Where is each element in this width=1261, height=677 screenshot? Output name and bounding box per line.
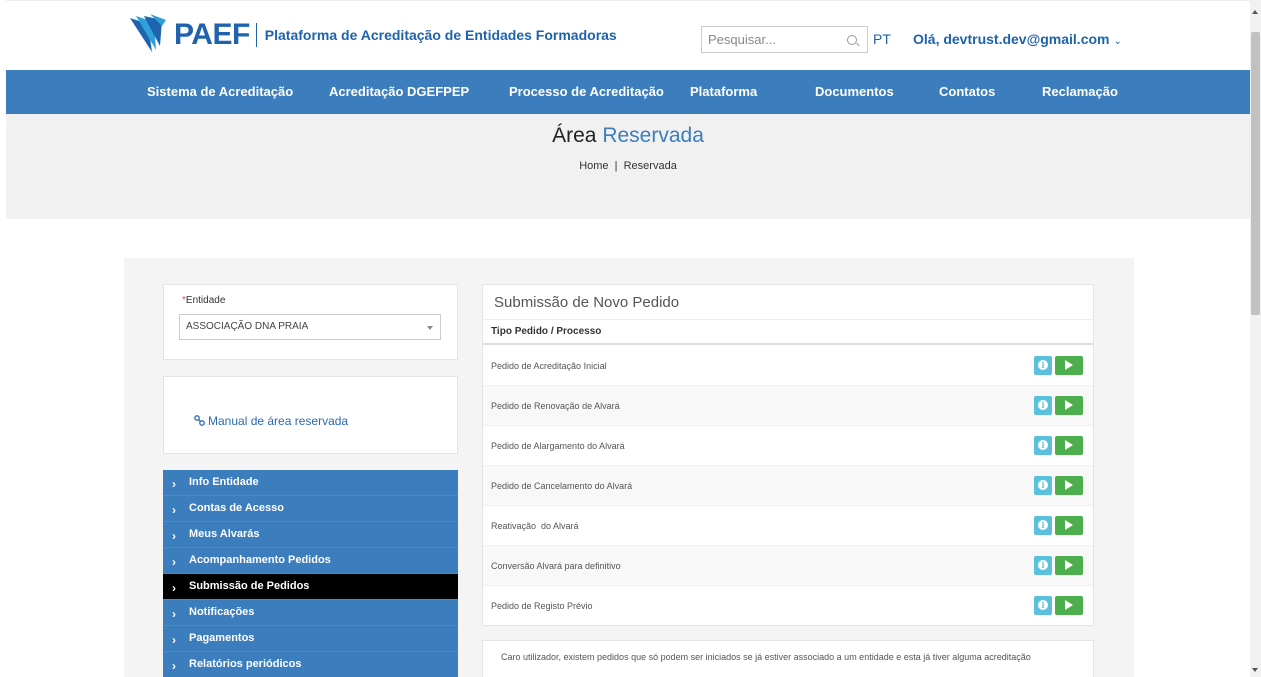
order-row: Pedido de Acreditação Inicial bbox=[483, 346, 1093, 386]
side-menu-item-label: Relatórios periódicos bbox=[189, 658, 302, 670]
chevron-right-icon: › bbox=[172, 607, 176, 621]
side-menu-item-info-entidade[interactable]: › Info Entidade bbox=[163, 470, 458, 496]
start-order-button[interactable] bbox=[1055, 356, 1083, 375]
page-scrollbar[interactable] bbox=[1250, 0, 1261, 677]
orders-card: Submissão de Novo Pedido Tipo Pedido / P… bbox=[482, 284, 1094, 626]
side-menu-item-contas-acesso[interactable]: › Contas de Acesso bbox=[163, 496, 458, 522]
entity-selected-value: ASSOCIAÇÃO DNA PRAIA bbox=[186, 321, 309, 332]
order-row-label: Pedido de Alargamento do Alvará bbox=[491, 441, 625, 451]
order-row-label: Pedido de Acreditação Inicial bbox=[491, 361, 607, 371]
caret-down-icon bbox=[427, 326, 433, 330]
info-button[interactable] bbox=[1034, 516, 1052, 535]
info-button[interactable] bbox=[1034, 596, 1052, 615]
info-button[interactable] bbox=[1034, 556, 1052, 575]
page-title-part2: Reservada bbox=[602, 124, 704, 147]
order-row: Pedido de Alargamento do Alvará bbox=[483, 426, 1093, 466]
side-menu: › Info Entidade › Contas de Acesso › Meus A… bbox=[163, 470, 458, 677]
manual-card: Manual de área reservada bbox=[163, 376, 458, 454]
start-order-button[interactable] bbox=[1055, 396, 1083, 415]
scroll-down-icon[interactable] bbox=[1252, 668, 1258, 672]
note-text: Caro utilizador, existem pedidos que só … bbox=[501, 652, 1031, 662]
info-button[interactable] bbox=[1034, 356, 1052, 375]
nav-item-documentos[interactable]: Documentos bbox=[815, 70, 894, 114]
user-greeting: Olá, devtrust.dev@gmail.com bbox=[913, 31, 1110, 47]
page-title-part1: Área bbox=[552, 124, 597, 147]
entity-label: *Entidade bbox=[182, 295, 225, 306]
orders-title: Submissão de Novo Pedido bbox=[494, 294, 680, 311]
nav-item-reclamacao[interactable]: Reclamação bbox=[1042, 70, 1118, 114]
page-banner: Área Reservada Home | Reservada bbox=[6, 114, 1250, 219]
side-menu-item-label: Submissão de Pedidos bbox=[189, 580, 310, 592]
nav-item-contatos[interactable]: Contatos bbox=[939, 70, 995, 114]
start-order-button[interactable] bbox=[1055, 476, 1083, 495]
side-menu-item-acompanhamento-pedidos[interactable]: › Acompanhamento Pedidos bbox=[163, 548, 458, 574]
entity-select[interactable]: ASSOCIAÇÃO DNA PRAIA bbox=[179, 314, 441, 340]
side-menu-item-label: Meus Alvarás bbox=[189, 528, 260, 540]
link-icon bbox=[194, 415, 205, 426]
search-input[interactable] bbox=[702, 32, 840, 47]
user-menu[interactable]: Olá, devtrust.dev@gmail.com ⌄ bbox=[913, 31, 1122, 47]
start-order-button[interactable] bbox=[1055, 516, 1083, 535]
side-menu-item-label: Info Entidade bbox=[189, 476, 259, 488]
order-row-label: Conversão Alvará para definitivo bbox=[491, 561, 621, 571]
info-button[interactable] bbox=[1034, 396, 1052, 415]
side-menu-item-label: Acompanhamento Pedidos bbox=[189, 554, 331, 566]
order-row: Conversão Alvará para definitivo bbox=[483, 546, 1093, 586]
side-menu-item-label: Contas de Acesso bbox=[189, 502, 284, 514]
start-order-button[interactable] bbox=[1055, 556, 1083, 575]
manual-link[interactable]: Manual de área reservada bbox=[194, 414, 348, 428]
logo-separator bbox=[255, 23, 257, 47]
nav-item-acreditacao-dgefpep[interactable]: Acreditação DGEFPEP bbox=[329, 70, 469, 114]
chevron-right-icon: › bbox=[172, 477, 176, 491]
order-row-label: Pedido de Registo Prévio bbox=[491, 601, 593, 611]
order-row-label: Reativação do Alvará bbox=[491, 521, 579, 531]
start-order-button[interactable] bbox=[1055, 596, 1083, 615]
side-menu-item-label: Pagamentos bbox=[189, 632, 255, 644]
side-menu-item-relatorios-periodicos[interactable]: › Relatórios periódicos bbox=[163, 652, 458, 677]
chevron-right-icon: › bbox=[172, 659, 176, 673]
order-row: Pedido de Cancelamento do Alvará bbox=[483, 466, 1093, 506]
breadcrumb[interactable]: Home | Reservada bbox=[6, 160, 1250, 172]
order-row: Reativação do Alvará bbox=[483, 506, 1093, 546]
order-row-label: Pedido de Cancelamento do Alvará bbox=[491, 481, 633, 491]
side-menu-item-label: Notificações bbox=[189, 606, 255, 618]
chevron-down-icon: ⌄ bbox=[1113, 36, 1122, 47]
chevron-right-icon: › bbox=[172, 529, 176, 543]
search-icon[interactable] bbox=[847, 35, 857, 45]
site-header: PAEF Plataforma de Acreditação de Entida… bbox=[6, 0, 1250, 70]
entity-card: *Entidade ASSOCIAÇÃO DNA PRAIA bbox=[163, 284, 458, 360]
manual-link-text: Manual de área reservada bbox=[208, 414, 349, 428]
chevron-right-icon: › bbox=[172, 581, 176, 595]
chevron-right-icon: › bbox=[172, 633, 176, 647]
info-button[interactable] bbox=[1034, 436, 1052, 455]
nav-item-plataforma[interactable]: Plataforma bbox=[690, 70, 757, 114]
main-nav: Sistema de Acreditação Acreditação DGEFP… bbox=[6, 70, 1250, 114]
info-button[interactable] bbox=[1034, 476, 1052, 495]
scrollbar-thumb[interactable] bbox=[1251, 32, 1260, 315]
chevron-right-icon: › bbox=[172, 503, 176, 517]
paef-logo-icon bbox=[130, 14, 166, 52]
order-row-label: Pedido de Renovação de Alvará bbox=[491, 401, 620, 411]
nav-item-sistema-acreditacao[interactable]: Sistema de Acreditação bbox=[147, 70, 293, 114]
note-card: Caro utilizador, existem pedidos que só … bbox=[482, 640, 1094, 677]
scroll-up-icon[interactable] bbox=[1252, 10, 1258, 14]
order-row: Pedido de Registo Prévio bbox=[483, 586, 1093, 626]
nav-item-processo-acreditacao[interactable]: Processo de Acreditação bbox=[509, 70, 664, 114]
side-menu-item-notificacoes[interactable]: › Notificações bbox=[163, 600, 458, 626]
search-box bbox=[701, 26, 868, 53]
order-row: Pedido de Renovação de Alvará bbox=[483, 386, 1093, 426]
logo-text: PAEF bbox=[174, 18, 250, 51]
chevron-right-icon: › bbox=[172, 555, 176, 569]
start-order-button[interactable] bbox=[1055, 436, 1083, 455]
page-title: Área Reservada bbox=[6, 124, 1250, 148]
side-menu-item-submissao-pedidos[interactable]: › Submissão de Pedidos bbox=[163, 574, 458, 600]
logo-subtitle: Plataforma de Acreditação de Entidades F… bbox=[264, 27, 617, 43]
logo[interactable]: PAEF Plataforma de Acreditação de Entida… bbox=[128, 11, 617, 59]
orders-column-header: Tipo Pedido / Processo bbox=[483, 319, 1093, 345]
side-menu-item-pagamentos[interactable]: › Pagamentos bbox=[163, 626, 458, 652]
language-selector[interactable]: PT bbox=[873, 31, 891, 47]
side-menu-item-meus-alvaras[interactable]: › Meus Alvarás bbox=[163, 522, 458, 548]
entity-label-text: Entidade bbox=[185, 295, 226, 306]
